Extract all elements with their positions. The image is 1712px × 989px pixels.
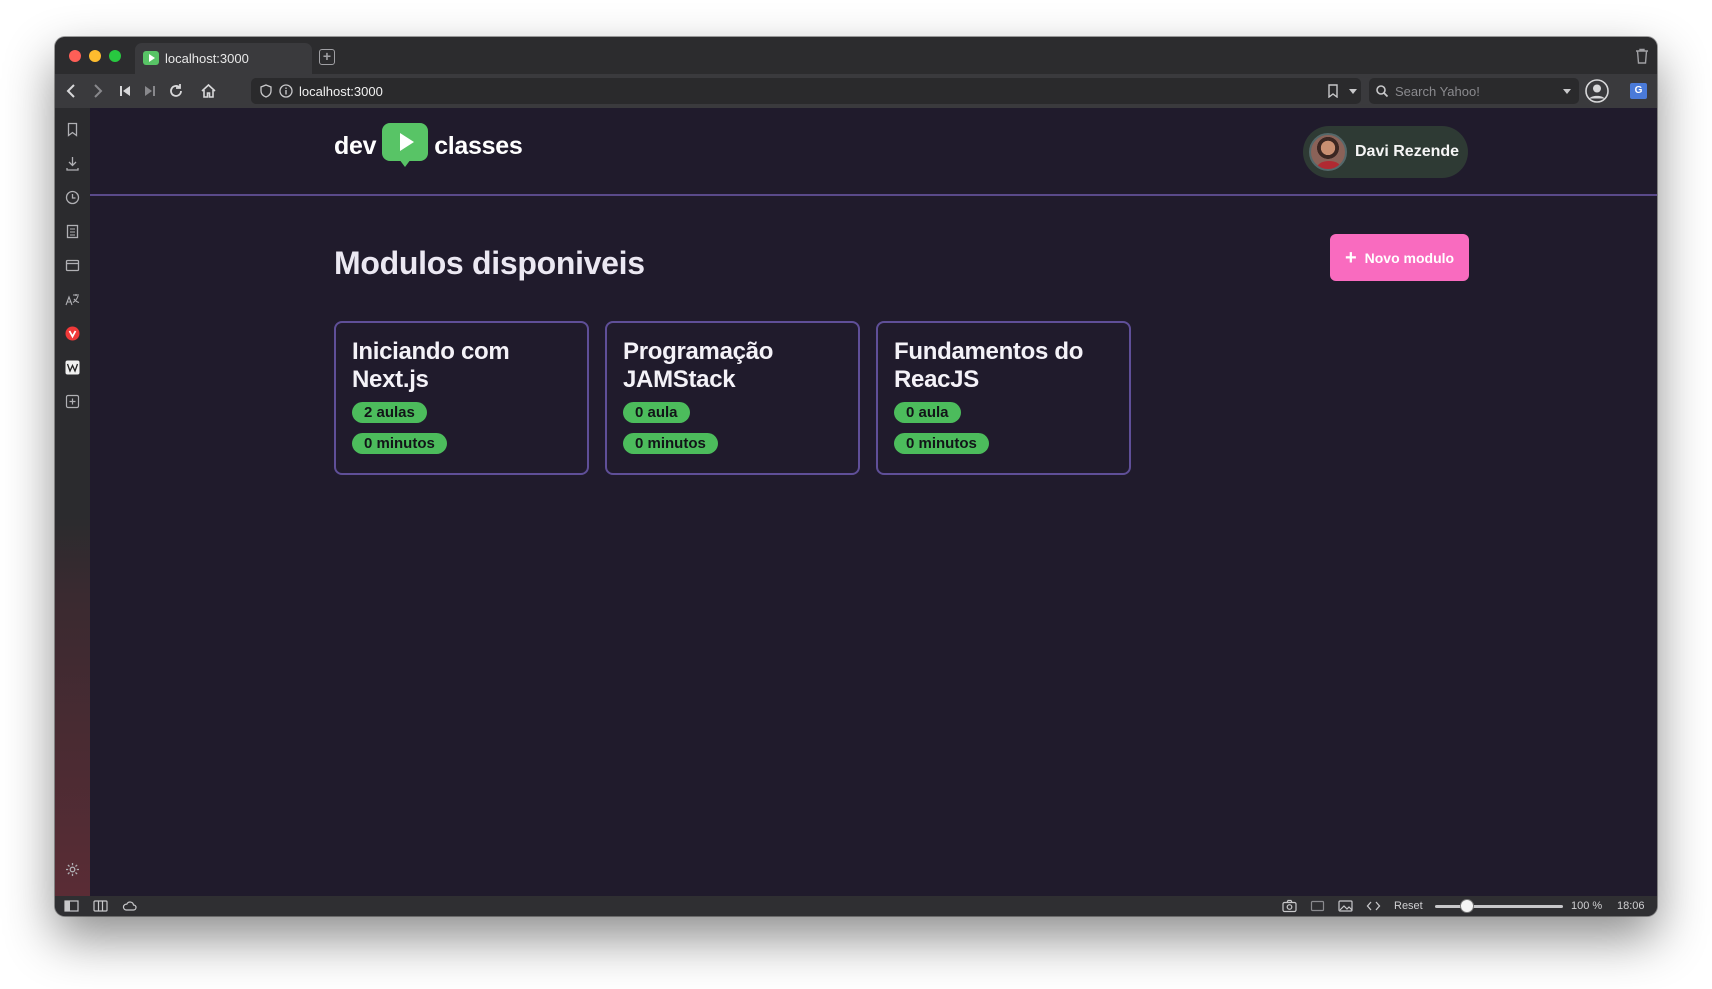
lessons-badge: 2 aulas (352, 402, 427, 423)
chevron-down-icon[interactable] (1347, 84, 1361, 98)
module-title: Fundamentos do ReacJS (894, 338, 1084, 393)
vivaldi-icon[interactable] (65, 326, 80, 341)
fast-forward-icon[interactable] (140, 81, 160, 101)
sync-cloud-icon[interactable] (122, 899, 137, 913)
capture-camera-icon[interactable] (1282, 899, 1297, 913)
zoom-level: 100 % (1571, 900, 1603, 912)
back-icon[interactable] (61, 81, 81, 101)
notes-panel-icon[interactable] (65, 224, 80, 239)
search-engine-chevron-icon[interactable] (1561, 84, 1573, 98)
zoom-reset-button[interactable]: Reset (1394, 900, 1423, 912)
profile-icon[interactable] (1585, 79, 1609, 103)
browser-window: localhost:3000 + localhost:3000 Search Y… (55, 37, 1657, 916)
wikipedia-icon[interactable] (65, 360, 80, 375)
new-module-button[interactable]: + Novo modulo (1330, 234, 1469, 281)
bookmark-icon[interactable] (1327, 84, 1341, 98)
app-header: dev classes Davi Rezende (90, 108, 1657, 196)
module-card[interactable]: Iniciando com Next.js 2 aulas 0 minutos (334, 321, 589, 475)
browser-tab[interactable]: localhost:3000 (135, 43, 312, 74)
add-panel-icon[interactable] (65, 394, 80, 409)
tab-favicon-icon (143, 51, 159, 65)
play-bubble-icon (382, 123, 429, 169)
translate-panel-icon[interactable] (65, 292, 80, 307)
tab-title: localhost:3000 (165, 51, 249, 66)
page-actions-code-icon[interactable] (1366, 899, 1381, 913)
url-text: localhost:3000 (299, 84, 383, 99)
lessons-badge: 0 aula (894, 402, 961, 423)
user-name: Davi Rezende (1355, 143, 1460, 160)
trash-icon[interactable] (1635, 48, 1649, 64)
reload-icon[interactable] (166, 81, 186, 101)
search-field[interactable]: Search Yahoo! (1369, 78, 1579, 104)
duration-badge: 0 minutos (352, 433, 447, 454)
panel-toggle-icon[interactable] (64, 899, 79, 913)
settings-gear-icon[interactable] (65, 862, 80, 877)
module-card[interactable]: Programação JAMStack 0 aula 0 minutos (605, 321, 860, 475)
page-title: Modulos disponiveis (334, 245, 645, 281)
new-tab-button[interactable]: + (319, 49, 335, 65)
duration-badge: 0 minutos (623, 433, 718, 454)
bookmarks-panel-icon[interactable] (65, 122, 80, 137)
logo-text-dev: dev (334, 131, 377, 160)
avatar (1309, 133, 1347, 171)
zoom-window-button[interactable] (109, 50, 121, 62)
downloads-panel-icon[interactable] (65, 156, 80, 171)
user-profile-chip[interactable]: Davi Rezende (1303, 126, 1469, 178)
status-bar: Reset 100 % 18:06 (55, 896, 1657, 916)
browser-side-panel (55, 108, 90, 896)
desktop: localhost:3000 + localhost:3000 Search Y… (0, 0, 1712, 989)
logo[interactable]: dev classes (334, 122, 523, 170)
shield-icon[interactable] (259, 84, 273, 98)
zoom-slider[interactable] (1435, 905, 1563, 908)
tab-strip: localhost:3000 + (55, 37, 1657, 74)
module-title: Iniciando com Next.js (352, 338, 510, 393)
module-list: Iniciando com Next.js 2 aulas 0 minutos … (334, 321, 1131, 475)
new-module-label: Novo modulo (1364, 249, 1455, 266)
forward-icon[interactable] (88, 81, 108, 101)
clock: 18:06 (1617, 900, 1645, 912)
minimize-window-button[interactable] (89, 50, 101, 62)
page-tiling-icon[interactable] (1310, 899, 1325, 913)
window-panel-icon[interactable] (65, 258, 80, 273)
search-placeholder: Search Yahoo! (1395, 84, 1480, 99)
module-title: Programação JAMStack (623, 338, 774, 393)
lessons-badge: 0 aula (623, 402, 690, 423)
translate-icon[interactable]: G (1630, 83, 1647, 99)
home-icon[interactable] (198, 81, 218, 101)
duration-badge: 0 minutos (894, 433, 989, 454)
web-page: dev classes Davi Rezende Modulos disponi… (90, 108, 1657, 896)
site-info-icon[interactable] (279, 84, 293, 98)
rewind-icon[interactable] (115, 81, 135, 101)
browser-toolbar: localhost:3000 Search Yahoo! G (55, 74, 1657, 108)
history-panel-icon[interactable] (65, 190, 80, 205)
plus-icon: + (1344, 246, 1357, 269)
close-window-button[interactable] (69, 50, 81, 62)
tile-tabs-icon[interactable] (93, 899, 108, 913)
image-toggle-icon[interactable] (1338, 899, 1353, 913)
module-card[interactable]: Fundamentos do ReacJS 0 aula 0 minutos (876, 321, 1131, 475)
address-bar[interactable]: localhost:3000 (251, 78, 1361, 104)
zoom-slider-handle[interactable] (1460, 899, 1474, 913)
logo-text-classes: classes (434, 131, 523, 160)
search-icon (1375, 84, 1391, 98)
